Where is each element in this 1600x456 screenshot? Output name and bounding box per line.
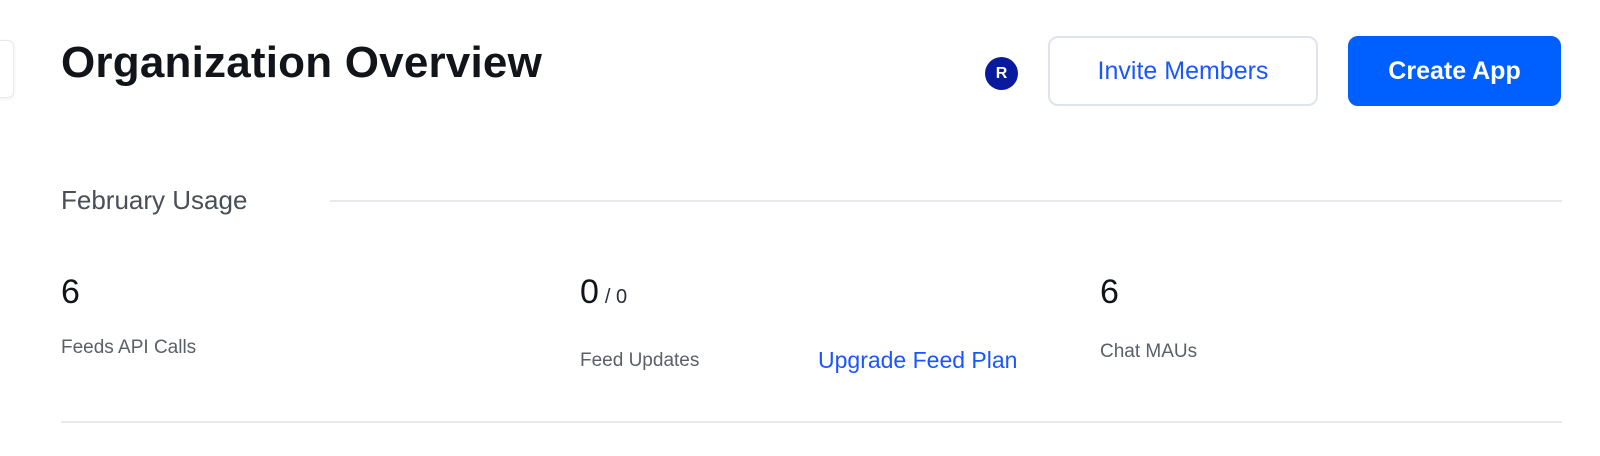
user-avatar[interactable]: R	[985, 57, 1018, 90]
chat-maus-value: 6	[1100, 273, 1119, 312]
feed-updates-limit: / 0	[604, 286, 628, 308]
feeds-api-calls-number: 6	[61, 273, 80, 311]
feed-updates-value: 0/ 0	[580, 273, 627, 312]
avatar-initial: R	[995, 64, 1008, 82]
chat-maus-number: 6	[1100, 273, 1119, 311]
upgrade-feed-plan-link[interactable]: Upgrade Feed Plan	[818, 347, 1017, 374]
bottom-divider	[61, 421, 1562, 423]
sidebar-edge	[0, 40, 14, 98]
create-app-button[interactable]: Create App	[1348, 36, 1561, 106]
chat-maus-label: Chat MAUs	[1100, 341, 1198, 362]
feed-updates-number: 0	[580, 273, 599, 311]
usage-section-label: February Usage	[61, 185, 248, 215]
organization-overview-page: Organization Overview R Invite Members C…	[0, 0, 1600, 456]
section-divider	[330, 200, 1562, 202]
feeds-api-calls-value: 6	[61, 273, 80, 312]
feed-updates-label: Feed Updates	[580, 350, 700, 371]
create-app-label: Create App	[1388, 56, 1521, 85]
page-title: Organization Overview	[61, 38, 543, 87]
invite-members-label: Invite Members	[1097, 56, 1269, 85]
feeds-api-calls-label: Feeds API Calls	[61, 337, 197, 358]
invite-members-button[interactable]: Invite Members	[1048, 36, 1318, 106]
